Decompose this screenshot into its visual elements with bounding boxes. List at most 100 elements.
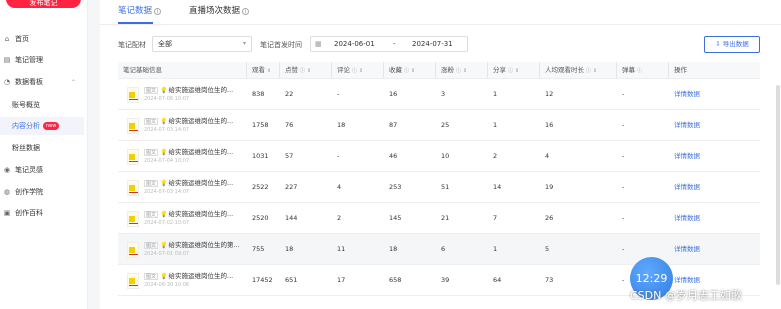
cell-fans: 39	[441, 276, 450, 284]
note-info-cell[interactable]: 图文 💡给实施运维岗位生的... 2024-07-04 10:07	[118, 141, 247, 171]
sidebar-item-label: 创作百科	[15, 209, 43, 217]
document-icon: ▤	[3, 56, 11, 64]
cell-likes: 651	[285, 276, 298, 284]
info-icon: ⓘ	[352, 68, 358, 74]
note-info-cell[interactable]: 图文 💡给实施运维岗位生的... 2024-07-02 10:07	[118, 203, 247, 233]
cell-views: 1031	[252, 152, 269, 160]
sidebar-item-data-board[interactable]: ◔ 数据看板 ⌃	[0, 73, 88, 91]
column-header[interactable]: 收藏 ⓘ ⇕	[384, 62, 436, 78]
date-range-picker[interactable]: ▦ 2024-06-01 - 2024-07-31	[310, 36, 468, 52]
sidebar-subitem-fans-data[interactable]: 粉丝数据	[0, 139, 88, 157]
column-header[interactable]: 涨粉 ⓘ ⇕	[436, 62, 488, 78]
chevron-up-icon[interactable]: ⌃	[71, 79, 76, 86]
tab-live-data[interactable]: 直播场次数据 i	[189, 0, 250, 24]
new-badge: new	[43, 122, 60, 130]
sort-icon: ⇕	[359, 68, 364, 74]
note-info-cell[interactable]: 图文 💡给实施运维岗位生的... 2024-07-03 14:07	[118, 172, 247, 202]
note-type-tag: 图文	[144, 148, 159, 156]
publish-note-button[interactable]: 发布笔记	[6, 0, 81, 8]
calendar-icon: ▦	[315, 40, 322, 48]
cell-collects: 46	[389, 152, 398, 160]
column-header[interactable]: 评论 ⓘ ⇕	[332, 62, 384, 78]
column-header[interactable]: 观看 ⇕	[247, 62, 280, 78]
note-thumbnail	[127, 272, 139, 289]
cell-comments: -	[337, 90, 340, 98]
note-info-cell[interactable]: 图文 💡给实施运维岗位生的第... 2024-07-01 09:07	[118, 234, 247, 264]
cell-comments: -	[337, 152, 340, 160]
column-header[interactable]: 分享 ⓘ ⇕	[488, 62, 540, 78]
note-title: 给实施运维岗位生的...	[168, 85, 234, 94]
note-date: 2024-07-02 10:07	[144, 219, 190, 226]
bulb-icon: 💡	[160, 117, 168, 125]
note-info: 图文 💡给实施运维岗位生的... 2024-06-30 10:06	[123, 265, 247, 295]
date-separator: -	[393, 40, 396, 48]
cell-avg: 4	[545, 152, 550, 160]
detail-data-link[interactable]: 详情数据	[669, 141, 760, 171]
sort-icon: ⇕	[593, 68, 598, 74]
column-header[interactable]: 点赞 ⓘ ⇕	[280, 62, 332, 78]
sort-icon: ⇕	[463, 68, 468, 74]
note-thumbnail	[127, 210, 139, 227]
detail-data-link[interactable]: 详情数据	[669, 203, 760, 233]
cell-likes: 57	[285, 152, 294, 160]
table-row[interactable]: 图文 💡给实施运维岗位生的... 2024-07-04 10:07 1031 57 - 46…	[118, 141, 760, 172]
sidebar-item-inspiration[interactable]: ◉ 笔记灵感	[0, 161, 88, 179]
sort-icon: ⇕	[411, 68, 416, 74]
chart-icon: ◔	[3, 78, 11, 86]
sidebar-subitem-content-analysis[interactable]: 内容分析 new	[0, 117, 84, 135]
cell-views: 17452	[252, 276, 273, 284]
export-label: 导出数据	[722, 40, 749, 48]
download-icon: ⇩	[715, 40, 721, 48]
note-thumbnail	[127, 179, 139, 196]
sidebar-item-note-management[interactable]: ▤ 笔记管理	[0, 51, 88, 69]
note-info-cell[interactable]: 图文 💡给实施运维岗位生的... 2024-07-03 14:07	[118, 110, 247, 140]
detail-data-link[interactable]: 详情数据	[669, 110, 760, 140]
cell-fans: 6	[441, 245, 446, 253]
date-start[interactable]: 2024-06-01	[334, 37, 375, 51]
sidebar-item-home[interactable]: ⌂ 首页	[0, 30, 88, 48]
detail-data-link[interactable]: 详情数据	[669, 234, 760, 264]
cell-fans: 51	[441, 183, 450, 191]
note-title: 给实施运维岗位生的第...	[168, 240, 240, 249]
column-header[interactable]: 人均观看时长 ⓘ ⇕	[540, 62, 617, 78]
sidebar-item-label: 笔记管理	[15, 56, 43, 64]
detail-data-link[interactable]: 详情数据	[669, 172, 760, 202]
cell-avg: 19	[545, 183, 554, 191]
note-date: 2024-07-03 14:07	[144, 188, 190, 195]
cell-fans: 21	[441, 214, 450, 222]
type-filter-select[interactable]: 全部 ▾	[152, 36, 252, 52]
note-info-cell[interactable]: 图文 💡给实施运维岗位生的... 2024-06-30 10:06	[118, 265, 247, 295]
cell-comments: 4	[337, 183, 342, 191]
note-type-tag: 图文	[144, 179, 159, 187]
note-type-tag: 图文	[144, 86, 159, 94]
cell-comments: 18	[337, 121, 346, 129]
cell-comments: 17	[337, 276, 346, 284]
detail-data-link[interactable]: 详情数据	[669, 79, 760, 109]
table-header: 笔记基础信息 观看 ⇕ 点赞 ⓘ ⇕ 评论 ⓘ ⇕ 收藏 ⓘ ⇕ 涨粉 ⓘ ⇕ 分享 ⓘ ⇕ 人均观看…	[118, 62, 760, 79]
sidebar-item-label: 账号概览	[12, 101, 40, 109]
sidebar-item-academy[interactable]: ◍ 创作学院	[0, 183, 88, 201]
vertical-scrollbar[interactable]	[776, 85, 780, 285]
info-icon: i	[242, 8, 250, 15]
watermark: CSDN @岁月志工如歌	[630, 289, 742, 302]
date-end[interactable]: 2024-07-31	[412, 37, 453, 51]
export-data-button[interactable]: ⇩ 导出数据	[704, 36, 760, 53]
info-icon: ⓘ	[637, 68, 643, 74]
sidebar-subitem-account-overview[interactable]: 账号概览	[0, 96, 88, 114]
info-icon: ⓘ	[586, 68, 592, 74]
sidebar-item-encyclopedia[interactable]: ▣ 创作百科	[0, 204, 88, 222]
table-row[interactable]: 图文 💡给实施运维岗位生的... 2024-07-03 14:07 2522 227 4 2…	[118, 172, 760, 203]
note-info-cell[interactable]: 图文 💡给实施运维岗位生的... 2024-07-08 10:07	[118, 79, 247, 109]
table-row[interactable]: 图文 💡给实施运维岗位生的... 2024-07-03 14:07 1758 76 18 8…	[118, 110, 760, 141]
cell-shares: 1	[493, 121, 498, 129]
cell-danmu: -	[622, 183, 625, 191]
table-row[interactable]: 图文 💡给实施运维岗位生的... 2024-07-02 10:07 2520 144 2 1…	[118, 203, 760, 234]
cell-collects: 253	[389, 183, 402, 191]
note-title: 给实施运维岗位生的...	[168, 178, 234, 187]
tab-note-data[interactable]: 笔记数据 i	[118, 0, 162, 24]
table-row[interactable]: 图文 💡给实施运维岗位生的... 2024-07-08 10:07 838 22 - 16 3…	[118, 79, 760, 110]
chevron-down-icon: ▾	[242, 40, 246, 47]
note-type-tag: 图文	[144, 241, 159, 249]
column-header: 笔记基础信息	[118, 62, 247, 78]
info-icon: ⓘ	[508, 68, 514, 74]
